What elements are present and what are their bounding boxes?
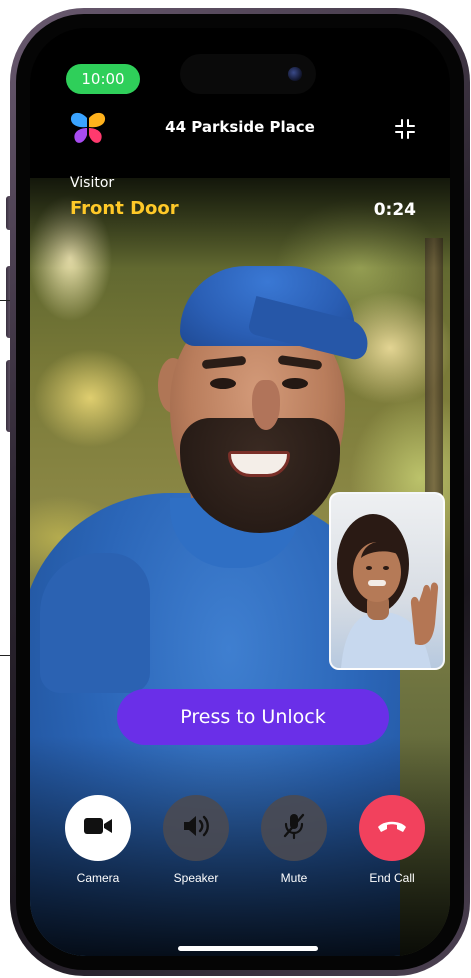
press-to-unlock-button[interactable]: Press to Unlock [117, 689, 389, 745]
call-duration: 0:24 [373, 200, 416, 220]
camera-button[interactable] [65, 795, 131, 861]
dynamic-island [180, 54, 316, 94]
visitor-label: Visitor [70, 175, 115, 191]
collapse-icon[interactable] [388, 112, 422, 146]
status-time-pill: 10:00 [66, 64, 140, 94]
visitor-arm [40, 553, 150, 693]
home-indicator[interactable] [178, 946, 318, 951]
phone-frame: 10:00 44 Parkside Place Visitor Front Do… [10, 8, 470, 976]
speaker-control[interactable]: Speaker [156, 795, 236, 885]
visitor-nose [252, 380, 280, 430]
mute-label: Mute [280, 871, 308, 885]
front-camera-lens [288, 67, 302, 81]
phone-bezel: 10:00 44 Parkside Place Visitor Front Do… [16, 14, 464, 970]
speaker-label: Speaker [173, 871, 219, 885]
camera-control[interactable]: Camera [58, 795, 138, 885]
end-call-button[interactable] [359, 795, 425, 861]
self-view-preview[interactable] [329, 492, 445, 670]
mute-button[interactable] [261, 795, 327, 861]
end-call-label: End Call [369, 871, 415, 885]
property-address: 44 Parkside Place [165, 118, 315, 136]
end-call-icon [376, 818, 408, 838]
camera-label: Camera [76, 871, 120, 885]
self-view-image [337, 514, 439, 668]
microphone-muted-icon [281, 812, 307, 844]
screen: 10:00 44 Parkside Place Visitor Front Do… [30, 28, 450, 956]
top-gradient [30, 178, 450, 268]
video-camera-icon [83, 815, 113, 841]
door-name: Front Door [70, 198, 179, 219]
visitor-eye-left [210, 378, 236, 389]
mute-control[interactable]: Mute [254, 795, 334, 885]
speaker-button[interactable] [163, 795, 229, 861]
end-call-control[interactable]: End Call [352, 795, 432, 885]
speaker-icon [181, 813, 211, 843]
visitor-eye-right [282, 378, 308, 389]
